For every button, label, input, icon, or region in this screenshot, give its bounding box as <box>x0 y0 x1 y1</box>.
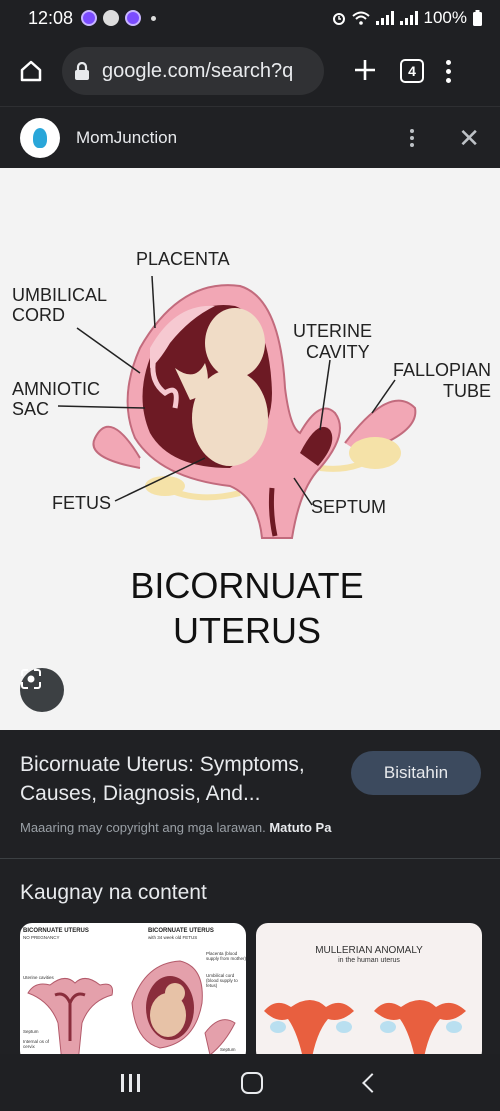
related-card[interactable]: BICORNUATE UTERUS NO PREGNANCY BICORNUAT… <box>20 923 246 1063</box>
alarm-icon <box>332 13 345 25</box>
lock-icon <box>75 62 89 80</box>
close-icon[interactable]: ✕ <box>458 125 480 151</box>
fetus-head <box>205 308 265 378</box>
signal-icon <box>375 11 394 25</box>
learn-more-link[interactable]: Matuto Pa <box>269 820 331 835</box>
recent-apps-icon[interactable] <box>120 1073 140 1092</box>
back-icon[interactable] <box>362 1072 383 1093</box>
diagram-title-line-1: BICORNUATE <box>130 565 363 606</box>
google-lens-button[interactable] <box>20 668 64 712</box>
home-nav-icon[interactable] <box>241 1071 264 1094</box>
label-uterine-2: CAVITY <box>306 342 370 362</box>
label-umbilical-1: UMBILICAL <box>12 285 107 305</box>
left-ovary-ligament <box>168 487 241 501</box>
clock: 12:08 <box>28 7 74 28</box>
label-uterine-1: UTERINE <box>293 321 372 341</box>
label-amniotic-1: AMNIOTIC <box>12 379 100 399</box>
related-heading: Kaugnay na content <box>20 881 207 904</box>
system-nav-bar <box>0 1054 500 1111</box>
image-preview[interactable]: PLACENTA UMBILICAL CORD AMNIOTIC SAC FET… <box>0 168 500 730</box>
tab-switcher-button[interactable]: 4 <box>400 59 424 83</box>
label-fetus: FETUS <box>52 493 111 513</box>
label-septum: SEPTUM <box>311 497 386 517</box>
home-button[interactable] <box>14 54 48 88</box>
address-bar[interactable]: google.com/search?q <box>62 47 324 95</box>
new-tab-button[interactable] <box>352 55 378 87</box>
url-text: google.com/search?q <box>102 59 294 82</box>
plus-icon <box>355 60 375 80</box>
copyright-text: Maaaring may copyright ang mga larawan. <box>20 820 266 835</box>
label-umbilical-2: CORD <box>12 305 65 325</box>
battery-icon <box>473 10 482 26</box>
browser-menu-icon[interactable] <box>446 59 451 83</box>
visit-button[interactable]: Bisitahin <box>351 751 481 795</box>
source-header: MomJunction ✕ <box>0 106 500 168</box>
signal-icon <box>399 11 418 25</box>
label-placenta: PLACENTA <box>136 249 230 269</box>
related-content: Kaugnay na content BICORNUATE UTERUS NO … <box>0 858 500 1063</box>
label-fallopian-2: TUBE <box>443 381 491 401</box>
card2-illustration <box>264 1000 466 1063</box>
related-card[interactable]: MULLERIAN ANOMALY in the human uterus <box>256 923 482 1063</box>
battery-percent: 100% <box>423 8 467 27</box>
more-notifications-dot-icon <box>151 15 157 21</box>
bicornuate-uterus-diagram: PLACENTA UMBILICAL CORD AMNIOTIC SAC FET… <box>12 249 491 651</box>
copyright-notice: Maaaring may copyright ang mga larawan. … <box>20 820 331 835</box>
label-fallopian-1: FALLOPIAN <box>393 360 491 380</box>
wifi-icon <box>351 11 370 25</box>
notification-badge-icon <box>81 10 98 26</box>
label-amniotic-2: SAC <box>12 399 49 419</box>
diagram-title-line-2: UTERUS <box>173 610 321 651</box>
result-info: Bicornuate Uterus: Symptoms, Causes, Dia… <box>0 730 500 858</box>
card1-illustration <box>27 960 236 1063</box>
source-name: MomJunction <box>76 127 178 147</box>
home-icon <box>20 60 42 82</box>
source-logo-icon <box>20 117 60 158</box>
source-menu-icon[interactable] <box>410 128 415 147</box>
notification-badge-icon <box>125 10 142 26</box>
result-title[interactable]: Bicornuate Uterus: Symptoms, Causes, Dia… <box>20 750 340 808</box>
status-bar: 12:08 100% <box>0 0 500 36</box>
browser-toolbar: google.com/search?q 4 <box>0 36 500 106</box>
face-icon <box>103 10 120 26</box>
lens-icon <box>21 669 41 689</box>
status-icons: 100% <box>332 8 482 28</box>
